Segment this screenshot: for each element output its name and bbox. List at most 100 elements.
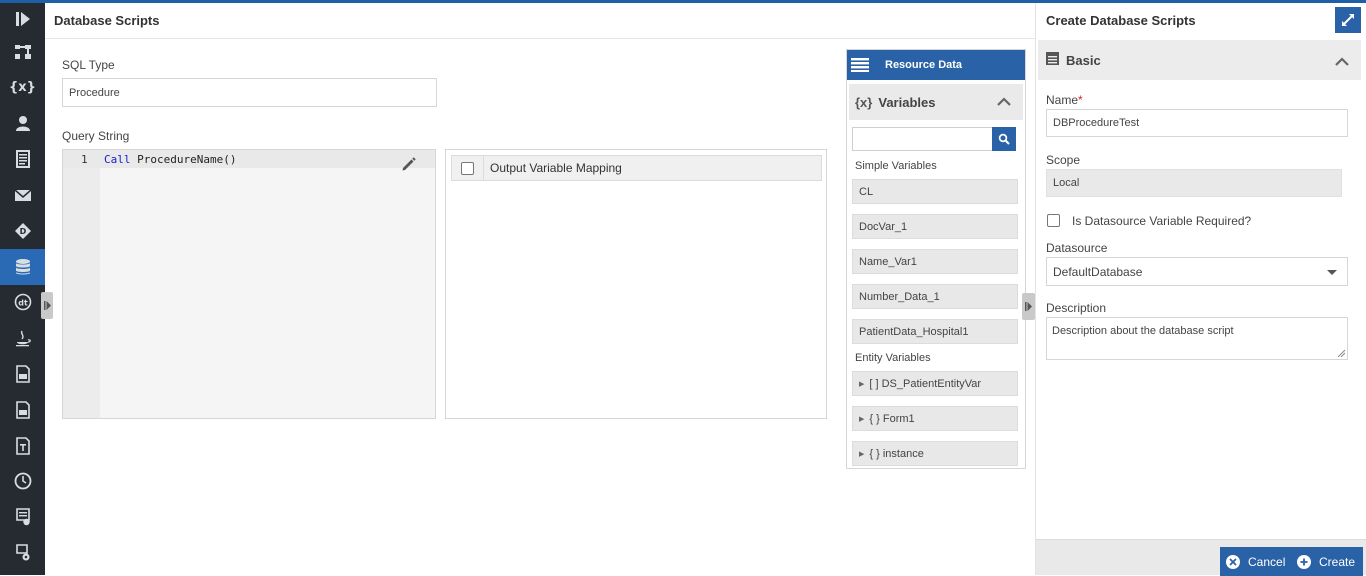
- collapse-panel-handle[interactable]: [1022, 293, 1035, 320]
- variables-icon: {x}: [855, 94, 873, 110]
- search-button[interactable]: [992, 127, 1016, 151]
- cancel-button[interactable]: Cancel: [1220, 547, 1294, 576]
- select-all-checkbox[interactable]: [461, 161, 474, 175]
- name-label: Name*: [1046, 93, 1083, 107]
- create-script-panel: Create Database Scripts Basic Name* DBPr…: [1035, 3, 1366, 576]
- entity-label: { } Form1: [869, 412, 915, 425]
- report-icon[interactable]: [0, 499, 45, 535]
- dropdown-arrow-icon: [1327, 270, 1337, 275]
- form-icon: [1038, 52, 1059, 68]
- page-title: Database Scripts: [54, 13, 160, 28]
- line-number: 1: [81, 153, 88, 166]
- resource-data-panel: Resource Data {x} Variables Simple Varia…: [846, 49, 1026, 469]
- play-icon[interactable]: [0, 3, 45, 34]
- database-icon[interactable]: [0, 248, 45, 285]
- variable-item[interactable]: DocVar_1: [852, 214, 1018, 239]
- list-icon: [851, 58, 869, 72]
- svg-text:D: D: [19, 227, 26, 236]
- resource-data-header[interactable]: Resource Data: [847, 50, 1025, 80]
- variables-title: Variables: [878, 94, 936, 110]
- scope-field: Local: [1046, 169, 1342, 197]
- datasource-required-label: Is Datasource Variable Required?: [1072, 214, 1252, 228]
- variable-item[interactable]: CL: [852, 179, 1018, 204]
- mapping-table-header: Output Variable Mapping: [451, 155, 822, 181]
- name-value: DBProcedureTest: [1053, 117, 1140, 129]
- document-icon[interactable]: [0, 141, 45, 177]
- entity-item[interactable]: ▶ { } Form1: [852, 406, 1018, 431]
- required-marker: *: [1078, 93, 1083, 107]
- variable-label: Name_Var1: [859, 255, 917, 268]
- name-label-text: Name: [1046, 93, 1079, 107]
- page-header: Database Scripts: [45, 3, 1035, 39]
- java-icon[interactable]: [0, 320, 45, 356]
- chevron-up-icon[interactable]: [1335, 55, 1349, 69]
- expand-caret-icon[interactable]: ▶: [859, 450, 864, 458]
- mail-icon[interactable]: [0, 177, 45, 213]
- variable-item[interactable]: Number_Data_1: [852, 284, 1018, 309]
- scope-value: Local: [1053, 177, 1080, 189]
- resource-data-title: Resource Data: [885, 59, 963, 71]
- variable-label: DocVar_1: [859, 220, 908, 233]
- datasource-select[interactable]: DefaultDatabase: [1046, 257, 1348, 286]
- select-all-cell: [452, 156, 484, 180]
- output-variable-mapping-panel: Output Variable Mapping: [445, 149, 827, 419]
- code-keyword: Call: [104, 153, 131, 166]
- expand-caret-icon[interactable]: ▶: [859, 415, 864, 423]
- expand-button[interactable]: [1335, 7, 1361, 33]
- sql-type-field[interactable]: Procedure: [62, 78, 437, 107]
- js-file-icon[interactable]: [0, 356, 45, 392]
- entity-variables-label: Entity Variables: [855, 352, 931, 364]
- plus-icon: [1297, 554, 1311, 569]
- text-template-icon[interactable]: [0, 428, 45, 464]
- datasource-label: Datasource: [1046, 241, 1108, 255]
- svg-text:dt: dt: [18, 299, 28, 308]
- variable-label: PatientData_Hospital1: [859, 325, 969, 338]
- variables-section-header[interactable]: {x} Variables: [849, 84, 1023, 120]
- create-label: Create: [1319, 554, 1356, 569]
- dt-icon[interactable]: dt: [0, 285, 45, 321]
- sql-type-label: SQL Type: [62, 58, 115, 72]
- pencil-icon[interactable]: [401, 156, 417, 172]
- variable-label: Number_Data_1: [859, 290, 940, 303]
- editor-gutter: [63, 150, 100, 418]
- resize-grip-icon[interactable]: [1337, 349, 1345, 357]
- cancel-icon: [1226, 554, 1240, 569]
- panel-footer: Cancel Create: [1036, 539, 1366, 576]
- entity-item[interactable]: ▶ [ ] DS_PatientEntityVar: [852, 371, 1018, 396]
- basic-section-header[interactable]: Basic: [1038, 40, 1361, 80]
- datasource-required-checkbox[interactable]: [1047, 214, 1060, 227]
- left-nav-rail: {x} D dt: [0, 3, 45, 575]
- simple-variables-label: Simple Variables: [855, 160, 937, 172]
- variable-item[interactable]: Name_Var1: [852, 249, 1018, 274]
- sql-type-value: Procedure: [69, 86, 120, 99]
- code-line[interactable]: 1 Call ProcedureName(): [63, 150, 435, 168]
- settings-icon[interactable]: [0, 535, 45, 571]
- expand-caret-icon[interactable]: ▶: [859, 380, 864, 388]
- variable-item[interactable]: PatientData_Hospital1: [852, 319, 1018, 344]
- user-icon[interactable]: [0, 106, 45, 142]
- hierarchy-icon[interactable]: [0, 34, 45, 70]
- create-button[interactable]: Create: [1291, 547, 1364, 576]
- cancel-label: Cancel: [1248, 554, 1286, 569]
- diamond-icon[interactable]: D: [0, 213, 45, 249]
- css-file-icon[interactable]: [0, 392, 45, 428]
- expand-nav-handle[interactable]: [41, 292, 53, 319]
- code-rest: ProcedureName(): [130, 153, 237, 166]
- description-textarea[interactable]: Description about the database script: [1046, 317, 1348, 360]
- query-editor[interactable]: 1 Call ProcedureName(): [62, 149, 436, 419]
- clock-icon[interactable]: [0, 464, 45, 500]
- datasource-value: DefaultDatabase: [1053, 264, 1143, 279]
- variables-icon[interactable]: {x}: [0, 70, 45, 106]
- description-value: Description about the database script: [1052, 325, 1234, 337]
- scope-label: Scope: [1046, 153, 1081, 167]
- entity-item[interactable]: ▶ { } instance: [852, 441, 1018, 466]
- code-text: Call ProcedureName(): [104, 153, 236, 166]
- description-label: Description: [1046, 301, 1107, 315]
- chevron-up-icon[interactable]: [997, 95, 1011, 109]
- variable-search-input[interactable]: [852, 127, 993, 151]
- entity-label: { } instance: [869, 447, 924, 460]
- basic-section-title: Basic: [1066, 52, 1101, 68]
- entity-label: [ ] DS_PatientEntityVar: [869, 377, 982, 390]
- name-field[interactable]: DBProcedureTest: [1046, 109, 1348, 137]
- query-string-label: Query String: [62, 129, 130, 143]
